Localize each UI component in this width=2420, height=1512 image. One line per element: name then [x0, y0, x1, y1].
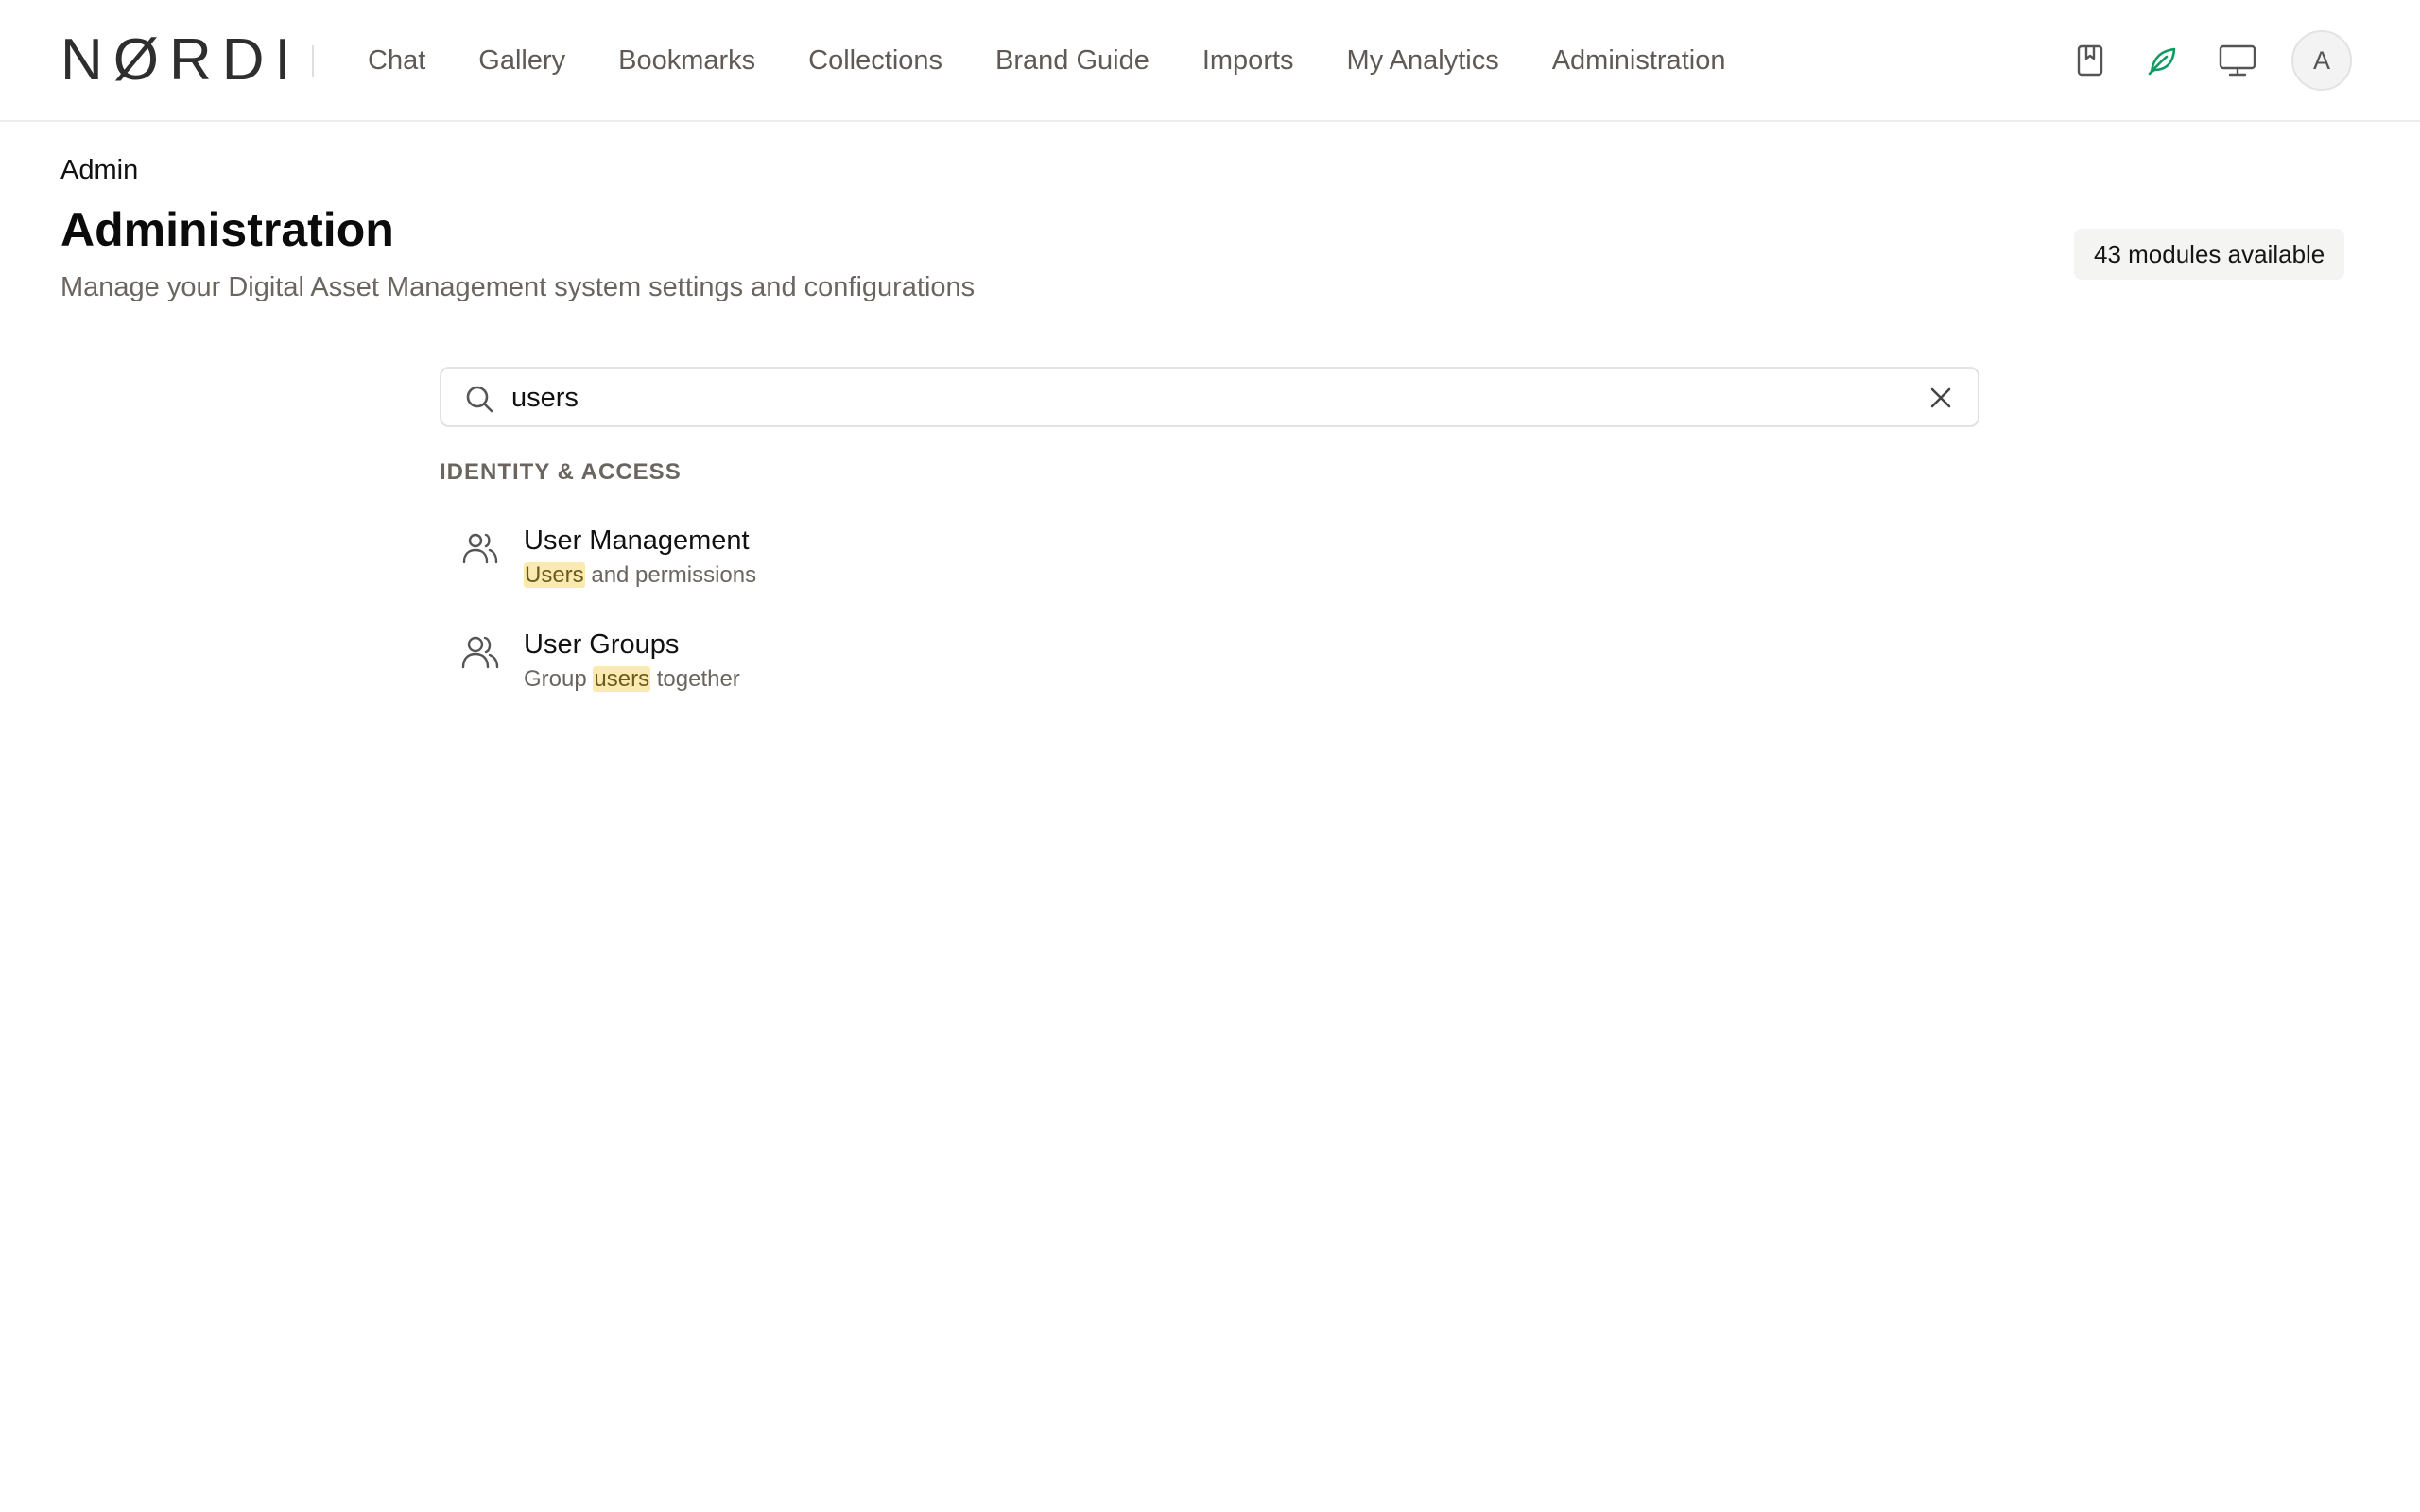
- search-box: [440, 367, 1979, 427]
- clear-search-icon[interactable]: [1927, 384, 1955, 412]
- leaf-icon[interactable]: [2139, 38, 2185, 83]
- search-match-highlight: users: [593, 666, 651, 692]
- nav-administration[interactable]: Administration: [1552, 45, 1726, 77]
- result-description: Group users together: [524, 666, 740, 693]
- nav-imports[interactable]: Imports: [1202, 45, 1294, 77]
- search-input[interactable]: [511, 376, 1873, 420]
- result-description: Users and permissions: [524, 562, 756, 589]
- breadcrumb[interactable]: Admin: [60, 155, 138, 186]
- top-navigation-bar: NØRDI Chat Gallery Bookmarks Collections…: [0, 0, 2420, 122]
- search-icon: [464, 384, 494, 414]
- modules-count-badge: 43 modules available: [2074, 229, 2345, 280]
- user-group-icon: [461, 633, 499, 671]
- nav-gallery[interactable]: Gallery: [478, 45, 565, 77]
- nav-my-analytics[interactable]: My Analytics: [1347, 45, 1499, 77]
- result-user-management[interactable]: User Management Users and permissions: [454, 525, 1305, 610]
- page-title: Administration: [60, 203, 394, 256]
- nav-brand-guide[interactable]: Brand Guide: [995, 45, 1150, 77]
- users-icon: [461, 529, 499, 567]
- brand-logo[interactable]: NØRDI: [60, 31, 302, 90]
- user-avatar[interactable]: A: [2291, 30, 2352, 91]
- bookmark-icon[interactable]: [2067, 38, 2113, 83]
- results-section-heading: IDENTITY & ACCESS: [440, 459, 682, 485]
- result-title: User Management: [524, 525, 750, 556]
- monitor-icon[interactable]: [2215, 38, 2260, 83]
- main-nav: Chat Gallery Bookmarks Collections Brand…: [368, 0, 1778, 121]
- nav-bookmarks[interactable]: Bookmarks: [618, 45, 755, 77]
- result-description-text: Group: [524, 666, 594, 692]
- result-title: User Groups: [524, 629, 680, 660]
- nav-collections[interactable]: Collections: [808, 45, 942, 77]
- page-subtitle: Manage your Digital Asset Management sys…: [60, 272, 976, 302]
- result-user-groups[interactable]: User Groups Group users together: [454, 629, 1305, 714]
- result-description-text: and permissions: [584, 562, 757, 588]
- nav-chat[interactable]: Chat: [368, 45, 425, 77]
- search-match-highlight: Users: [524, 562, 585, 588]
- result-description-text: together: [650, 666, 740, 692]
- logo-divider: [312, 45, 314, 77]
